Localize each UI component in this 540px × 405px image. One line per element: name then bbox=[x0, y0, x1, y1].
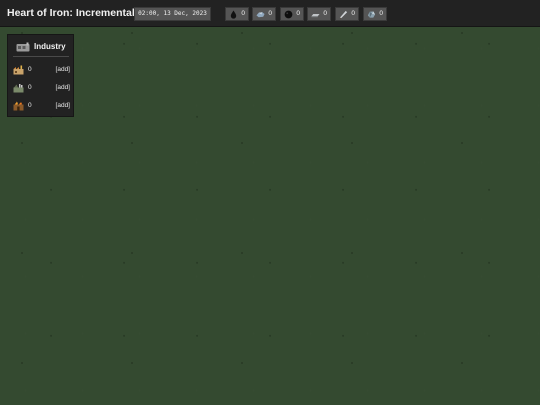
add-civilian-factory-button[interactable]: [add] bbox=[56, 66, 70, 73]
refinery-icon bbox=[13, 101, 24, 111]
add-refinery-button[interactable]: [add] bbox=[56, 102, 70, 109]
resource-value: 0 bbox=[296, 10, 300, 17]
resource-value: 0 bbox=[268, 10, 272, 17]
resource-tungsten: 0 bbox=[307, 7, 331, 21]
resource-rubber: 0 bbox=[280, 7, 304, 21]
building-count: 0 bbox=[28, 66, 32, 73]
resource-aluminium: 0 bbox=[252, 7, 276, 21]
building-row-refinery: 0 [add] bbox=[13, 100, 70, 112]
add-military-factory-button[interactable]: [add] bbox=[56, 84, 70, 91]
building-row-military-factory: 0 [add] bbox=[13, 82, 70, 94]
resource-steel: 0 bbox=[335, 7, 359, 21]
resource-chromium: 0 bbox=[363, 7, 387, 21]
tungsten-bar-icon bbox=[311, 14, 320, 18]
factory-icon bbox=[16, 42, 30, 52]
game-clock: 02:00, 13 Dec, 2023 bbox=[134, 7, 211, 21]
civilian-factory-icon bbox=[13, 65, 24, 75]
rubber-ball-icon bbox=[284, 10, 293, 19]
industry-panel: Industry 0 [add] 0 [add] 0 [add] bbox=[7, 34, 74, 117]
divider bbox=[13, 56, 69, 57]
aluminium-ore-icon bbox=[256, 12, 265, 18]
building-count: 0 bbox=[28, 84, 32, 91]
resource-value: 0 bbox=[241, 10, 245, 17]
building-count: 0 bbox=[28, 102, 32, 109]
military-factory-icon bbox=[13, 84, 24, 93]
industry-panel-title: Industry bbox=[34, 42, 66, 51]
app-title: Heart of Iron: Incremental bbox=[7, 7, 135, 19]
resource-oil: 0 bbox=[225, 7, 249, 21]
oil-drop-icon bbox=[230, 10, 237, 19]
steel-blade-icon bbox=[339, 10, 348, 19]
resource-value: 0 bbox=[379, 10, 383, 17]
building-row-civilian-factory: 0 [add] bbox=[13, 64, 70, 76]
top-bar: Heart of Iron: Incremental 02:00, 13 Dec… bbox=[0, 0, 540, 27]
resource-value: 0 bbox=[323, 10, 327, 17]
resource-value: 0 bbox=[351, 10, 355, 17]
chromium-ore-icon bbox=[367, 11, 376, 18]
